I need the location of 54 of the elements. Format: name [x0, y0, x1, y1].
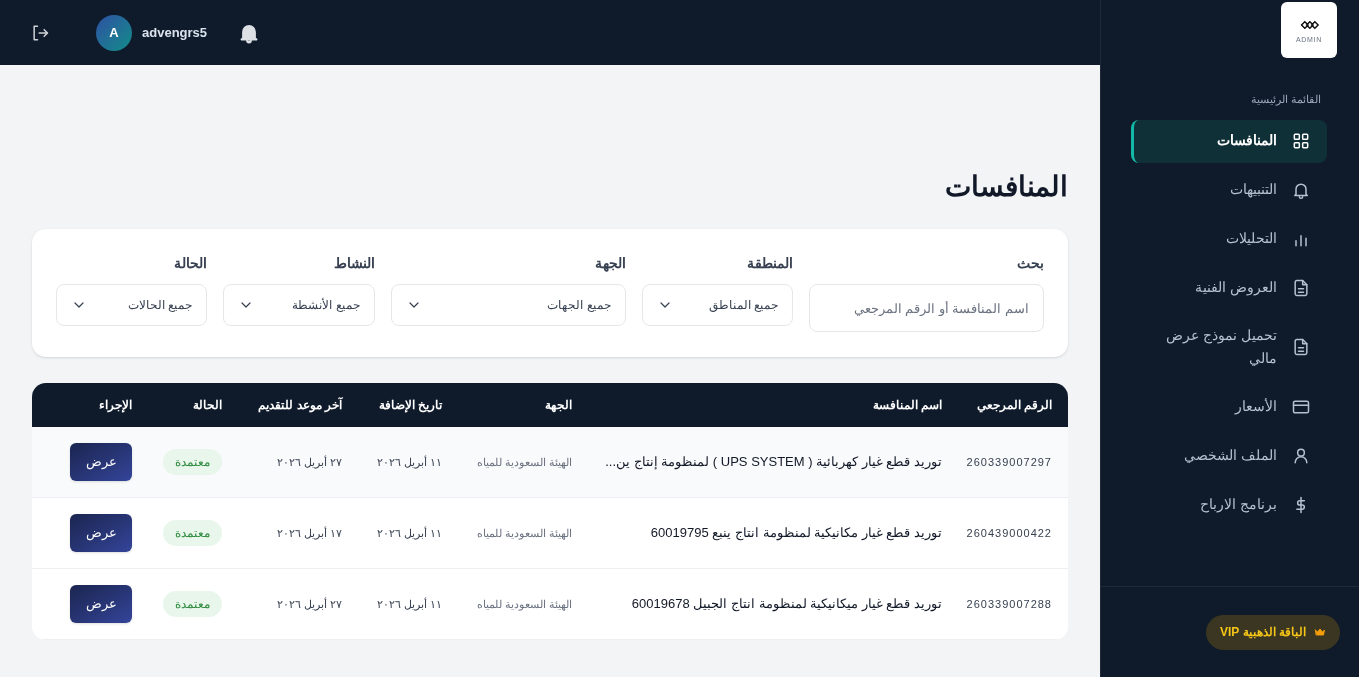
table-cell-text: 260439000422 — [965, 525, 1052, 541]
column-header: الجهة — [544, 397, 572, 414]
crown-icon — [1314, 626, 1326, 638]
filter-label: الحالة — [173, 254, 208, 273]
table-cell-text: ١١ أبريل ٢٠٢٦ — [375, 525, 442, 542]
plan-badge[interactable]: الباقة الذهبية VIP — [1206, 614, 1340, 650]
table-cell-text: توريد قطع غيار ميكانيكية لمنظومة انتاج الجبيل 60019678 — [630, 595, 942, 614]
table-cell-text: 260339007288 — [965, 596, 1052, 612]
view-button[interactable]: عرض — [70, 514, 132, 552]
column-header: الإجراء — [98, 397, 132, 414]
table-cell-text: الهيئة السعودية للمياه — [475, 525, 572, 542]
page-title: المنافسات — [944, 170, 1068, 204]
status-badge: معتمدة — [163, 449, 222, 475]
filter-label: المنطقة — [746, 254, 793, 273]
sidebar-item[interactable]: التنبيهات — [1131, 168, 1327, 212]
view-button[interactable]: عرض — [70, 443, 132, 481]
sidebar-item[interactable]: تحميل نموذج عرض مالي — [1131, 315, 1327, 380]
sidebar-item[interactable]: المنافسات — [1131, 119, 1327, 163]
document-icon — [1291, 278, 1311, 298]
column-header: آخر موعد للتقديم — [257, 396, 342, 414]
column-header: تاريخ الإضافة — [377, 397, 442, 414]
status-badge: معتمدة — [163, 520, 222, 546]
view-button[interactable]: عرض — [70, 585, 132, 623]
sidebar-item[interactable]: التحليلات — [1131, 217, 1327, 261]
document-icon — [1291, 337, 1311, 358]
table-cell-text: 260339007297 — [965, 454, 1052, 470]
column-header: اسم المنافسة — [871, 397, 942, 414]
sidebar-item[interactable]: الملف الشخصي — [1131, 434, 1327, 478]
status-badge: معتمدة — [163, 591, 222, 617]
table-cell-text: توريد قطع غيار مكانيكية لمنظومة انتاج ينبع 60019795 — [649, 524, 942, 543]
filter-label: النشاط — [332, 254, 375, 273]
filter-dropdown[interactable]: جميع الأنشطة — [223, 284, 375, 326]
avatar: A — [96, 14, 132, 51]
table-cell-text: ١٧ أبريل ٢٠٢٦ — [275, 525, 342, 542]
table-cell-text: ٢٧ أبريل ٢٠٢٦ — [275, 454, 342, 471]
filter-dropdown[interactable]: جميع المناطق — [641, 284, 793, 326]
table-cell-text: توريد قطع غيار كهربائية ( UPS SYSTEM ) لمنظومة إنتاج ين... — [604, 453, 942, 472]
column-header: الرقم المرجعي — [975, 397, 1052, 414]
table-cell-text: ١١ أبريل ٢٠٢٦ — [375, 454, 442, 471]
column-header: الحالة — [192, 397, 222, 414]
search-label: بحث — [1016, 254, 1044, 273]
sidebar-item[interactable]: برنامج الارباح — [1131, 483, 1327, 527]
table-cell-text: الهيئة السعودية للمياه — [475, 596, 572, 613]
filter-dropdown[interactable]: جميع الحالات — [56, 284, 208, 326]
filter-label: الجهة — [593, 254, 626, 274]
username: advengrs5 — [142, 23, 208, 42]
filter-dropdown[interactable]: جميع الجهات — [390, 284, 626, 326]
section-title: القائمة الرئيسية — [1249, 92, 1322, 108]
grid-icon — [1291, 131, 1311, 151]
table-cell-text: الهيئة السعودية للمياه — [475, 454, 572, 471]
table-cell-text: ١١ أبريل ٢٠٢٦ — [375, 596, 442, 613]
sidebar-item[interactable]: العروض الفنية — [1131, 266, 1327, 310]
table-cell-text: ٢٧ أبريل ٢٠٢٦ — [275, 596, 342, 613]
sidebar-item[interactable]: الأسعار — [1131, 385, 1327, 429]
